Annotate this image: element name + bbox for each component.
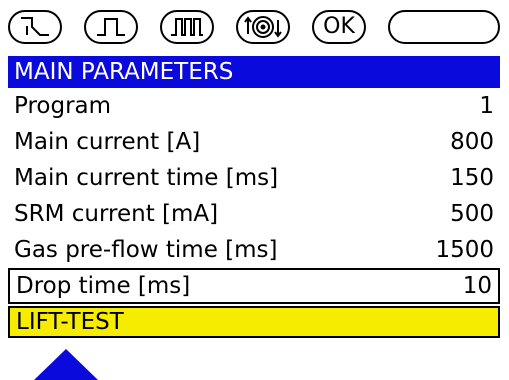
single-pulse-icon [97,18,125,36]
param-value: 800 [450,129,494,155]
param-row-srm-current[interactable]: SRM current [mA] 500 [8,196,500,232]
ok-softkey[interactable]: OK [312,10,366,44]
param-value: 150 [450,165,494,191]
param-label: Drop time [ms] [16,273,191,299]
param-row-drop-time[interactable]: Drop time [ms] 10 [8,268,500,304]
param-row-program[interactable]: Program 1 [8,88,500,124]
softkey-bar: OK [0,0,509,52]
up-arrow-icon[interactable] [34,349,98,380]
param-value: 1500 [435,237,494,263]
status-bar: LIFT-TEST [8,306,500,338]
param-label: SRM current [mA] [14,201,219,227]
param-value: 1 [479,93,494,119]
softkey-3[interactable] [160,10,214,44]
param-value: 10 [462,273,492,299]
softkey-4[interactable] [236,10,290,44]
param-value: 500 [450,201,494,227]
param-label: Main current time [ms] [14,165,279,191]
param-row-gas-preflow[interactable]: Gas pre-flow time [ms] 1500 [8,232,500,268]
multi-pulse-icon [171,18,203,36]
softkey-6[interactable] [388,10,500,44]
softkey-2[interactable] [84,10,138,44]
param-label: Main current [A] [14,129,201,155]
param-row-main-current[interactable]: Main current [A] 800 [8,124,500,160]
param-label: Gas pre-flow time [ms] [14,237,278,263]
param-label: Program [14,93,112,119]
param-row-main-current-time[interactable]: Main current time [ms] 150 [8,160,500,196]
ok-label: OK [323,14,355,39]
section-header: MAIN PARAMETERS [8,56,500,88]
softkey-1[interactable] [8,10,62,44]
pulse-fall-icon [21,17,49,36]
gas-coil-icon [244,16,282,38]
